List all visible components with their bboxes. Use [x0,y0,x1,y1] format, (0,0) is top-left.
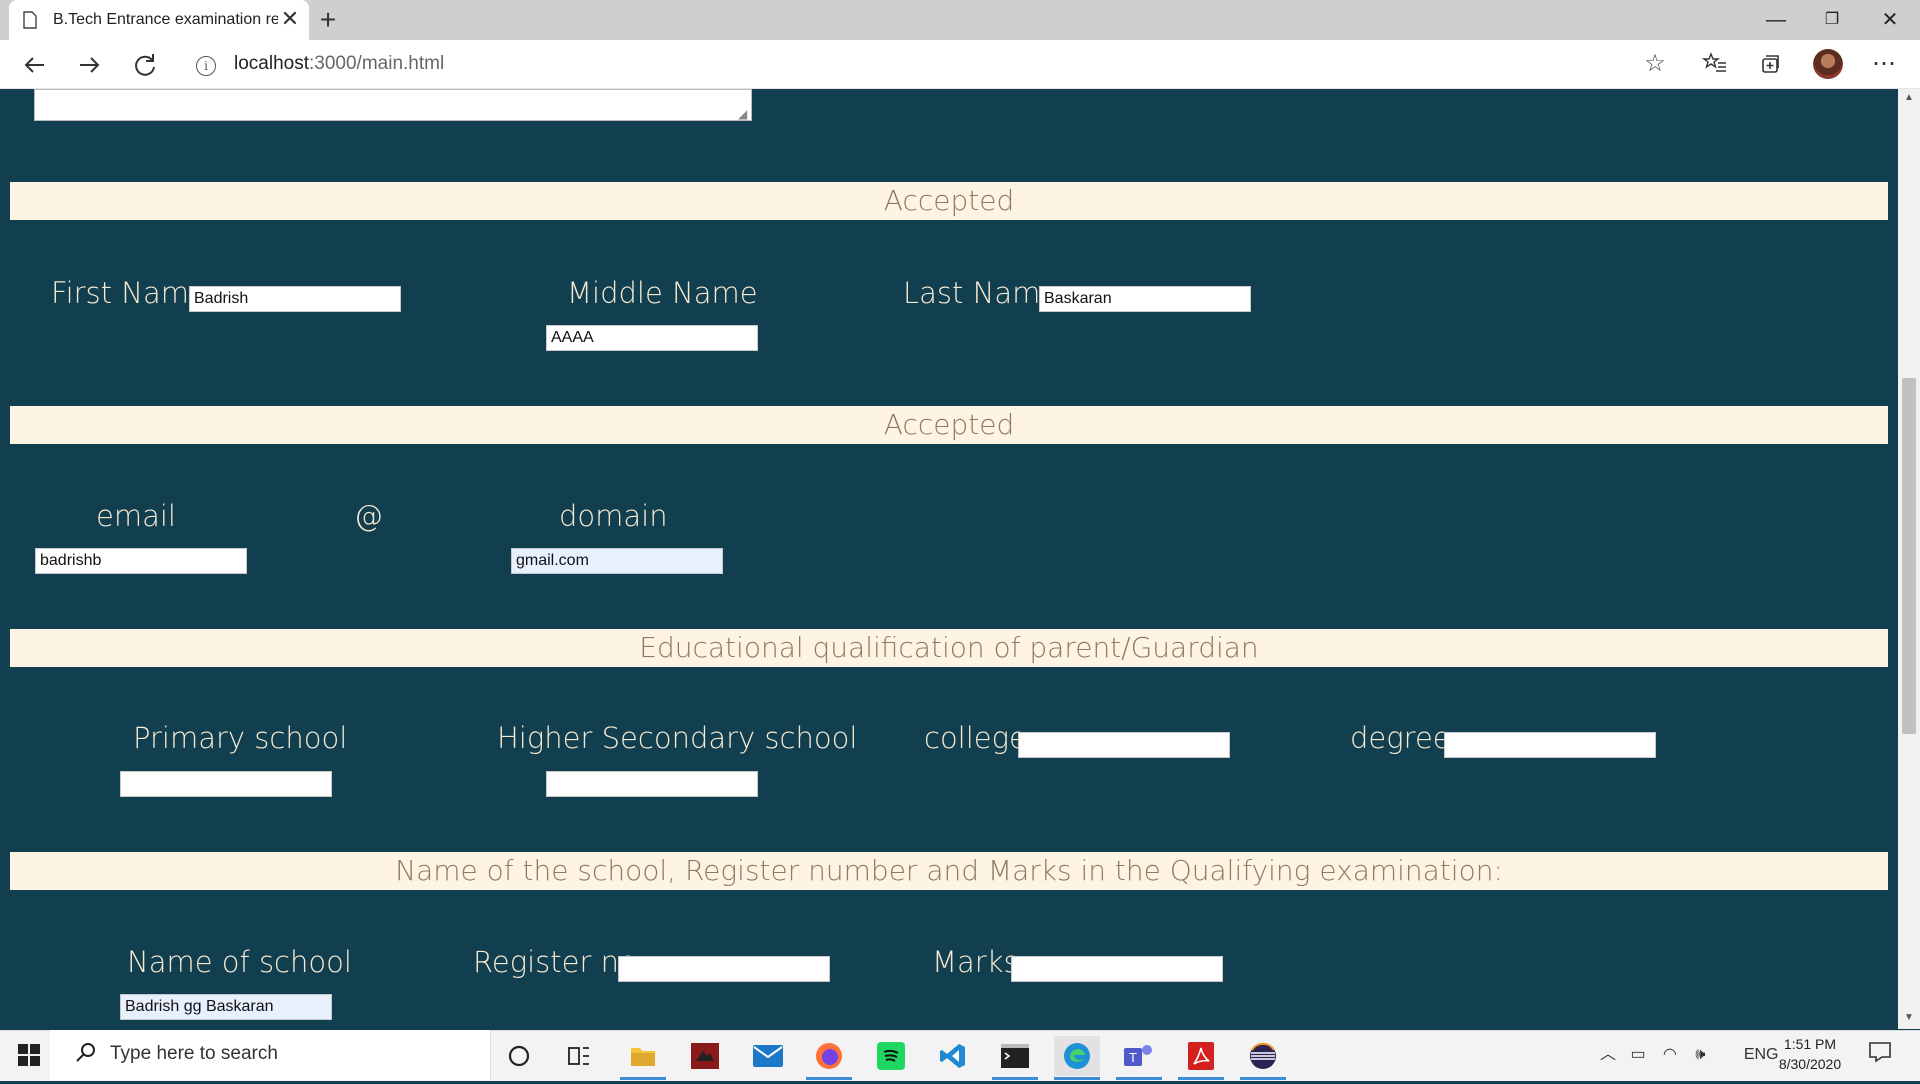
last-name-label: Last Name [903,276,1059,310]
search-icon [74,1040,98,1070]
section-title-parent-education: Educational qualification of parent/Guar… [10,629,1888,667]
terminal-icon[interactable] [992,1036,1038,1076]
refresh-icon[interactable] [128,48,162,82]
first-name-input[interactable]: Badrish [189,286,401,312]
back-icon[interactable] [18,48,52,82]
star-icon[interactable]: ☆ [1640,47,1670,81]
primary-school-input[interactable] [120,771,332,797]
svg-text:T: T [1129,1050,1137,1065]
teams-icon[interactable]: T [1116,1036,1162,1076]
register-no-input[interactable] [618,956,830,982]
scroll-down-icon[interactable]: ▼ [1902,1012,1916,1023]
higher-secondary-input[interactable] [546,771,758,797]
status-banner-name: Accepted [10,182,1888,220]
scrollbar-thumb[interactable] [1902,378,1916,734]
volume-icon[interactable]: 🕪 [1695,1046,1725,1064]
firefox-icon[interactable] [806,1036,852,1076]
middle-name-input[interactable]: AAAA [546,325,758,351]
marks-label: Marks [932,945,1019,979]
register-no-label: Register no [473,945,637,979]
degree-label: degree [1350,721,1451,755]
forward-icon[interactable] [72,48,106,82]
status-banner-email: Accepted [10,406,1888,444]
close-window-button[interactable]: ✕ [1862,2,1918,38]
clock-time: 1:51 PM [1783,1036,1837,1052]
degree-input[interactable] [1444,732,1656,758]
school-name-label: Name of school [127,945,352,979]
college-label: college [924,721,1027,755]
new-tab-button[interactable]: + [313,5,343,35]
collections-icon[interactable] [1752,47,1788,81]
resize-handle-icon[interactable]: ◢ [738,107,747,121]
middle-name-label: Middle Name [567,276,758,310]
clock-date: 8/30/2020 [1778,1056,1842,1072]
acrobat-icon[interactable] [1178,1036,1224,1076]
email-input[interactable]: badrishb [35,548,247,574]
page-icon [23,11,37,29]
browser-toolbar: i localhost:3000/main.html ☆ ⋯ [0,40,1920,89]
domain-input[interactable]: gmail.com [511,548,723,574]
task-view-icon[interactable] [556,1036,602,1076]
minimize-button[interactable]: — [1748,2,1804,38]
wifi-icon[interactable]: ◠ [1663,1044,1691,1064]
spotify-icon[interactable] [868,1036,914,1076]
marks-input[interactable] [1011,956,1223,982]
taskbar-search-placeholder[interactable]: Type here to search [110,1043,278,1065]
taskbar-clock[interactable]: 1:51 PM 8/30/2020 [1760,1034,1860,1074]
mail-icon[interactable] [745,1036,791,1076]
notification-icon[interactable] [1868,1040,1892,1070]
cortana-icon[interactable] [496,1036,542,1076]
windows-start-icon[interactable] [18,1044,40,1066]
restore-button[interactable]: ❐ [1804,2,1860,38]
email-label: email [96,499,176,533]
primary-school-label: Primary school [133,721,348,755]
profile-avatar[interactable] [1813,49,1843,79]
at-symbol-label: @ [354,499,383,533]
college-input[interactable] [1018,732,1230,758]
system-tray: ︿ ▭ ◠ 🕪 ENG [1600,1040,1778,1064]
browser-tab[interactable]: B.Tech Entrance examination reg ✕ [9,0,309,40]
url-host: localhost [234,53,309,74]
info-icon[interactable]: i [196,56,216,76]
section-title-qualifying-exam: Name of the school, Register number and … [10,852,1888,890]
tab-title: B.Tech Entrance examination reg [53,11,278,28]
edge-icon[interactable] [1054,1036,1100,1076]
more-icon[interactable]: ⋯ [1866,47,1902,81]
domain-label: domain [559,499,668,533]
first-name-label: First Name [51,276,207,310]
last-name-input[interactable]: Baskaran [1039,286,1251,312]
chevron-up-icon[interactable]: ︿ [1600,1040,1626,1064]
page-content: ◢ Accepted First Name Badrish Middle Nam… [0,89,1898,1029]
address-textarea[interactable] [34,89,752,121]
url-text[interactable]: localhost:3000/main.html [234,53,444,75]
scroll-up-icon[interactable]: ▲ [1902,92,1916,103]
eclipse-icon[interactable] [1240,1036,1286,1076]
school-name-input[interactable]: Badrish gg Baskaran [120,994,332,1020]
file-explorer-icon[interactable] [620,1036,666,1076]
tab-close-icon[interactable]: ✕ [277,6,303,32]
battery-icon[interactable]: ▭ [1630,1044,1658,1064]
higher-secondary-label: Higher Secondary school [497,721,858,755]
url-path: :3000/main.html [309,53,445,74]
app-red-icon[interactable] [682,1036,728,1076]
favorites-icon[interactable] [1697,47,1733,81]
vscode-icon[interactable] [930,1036,976,1076]
